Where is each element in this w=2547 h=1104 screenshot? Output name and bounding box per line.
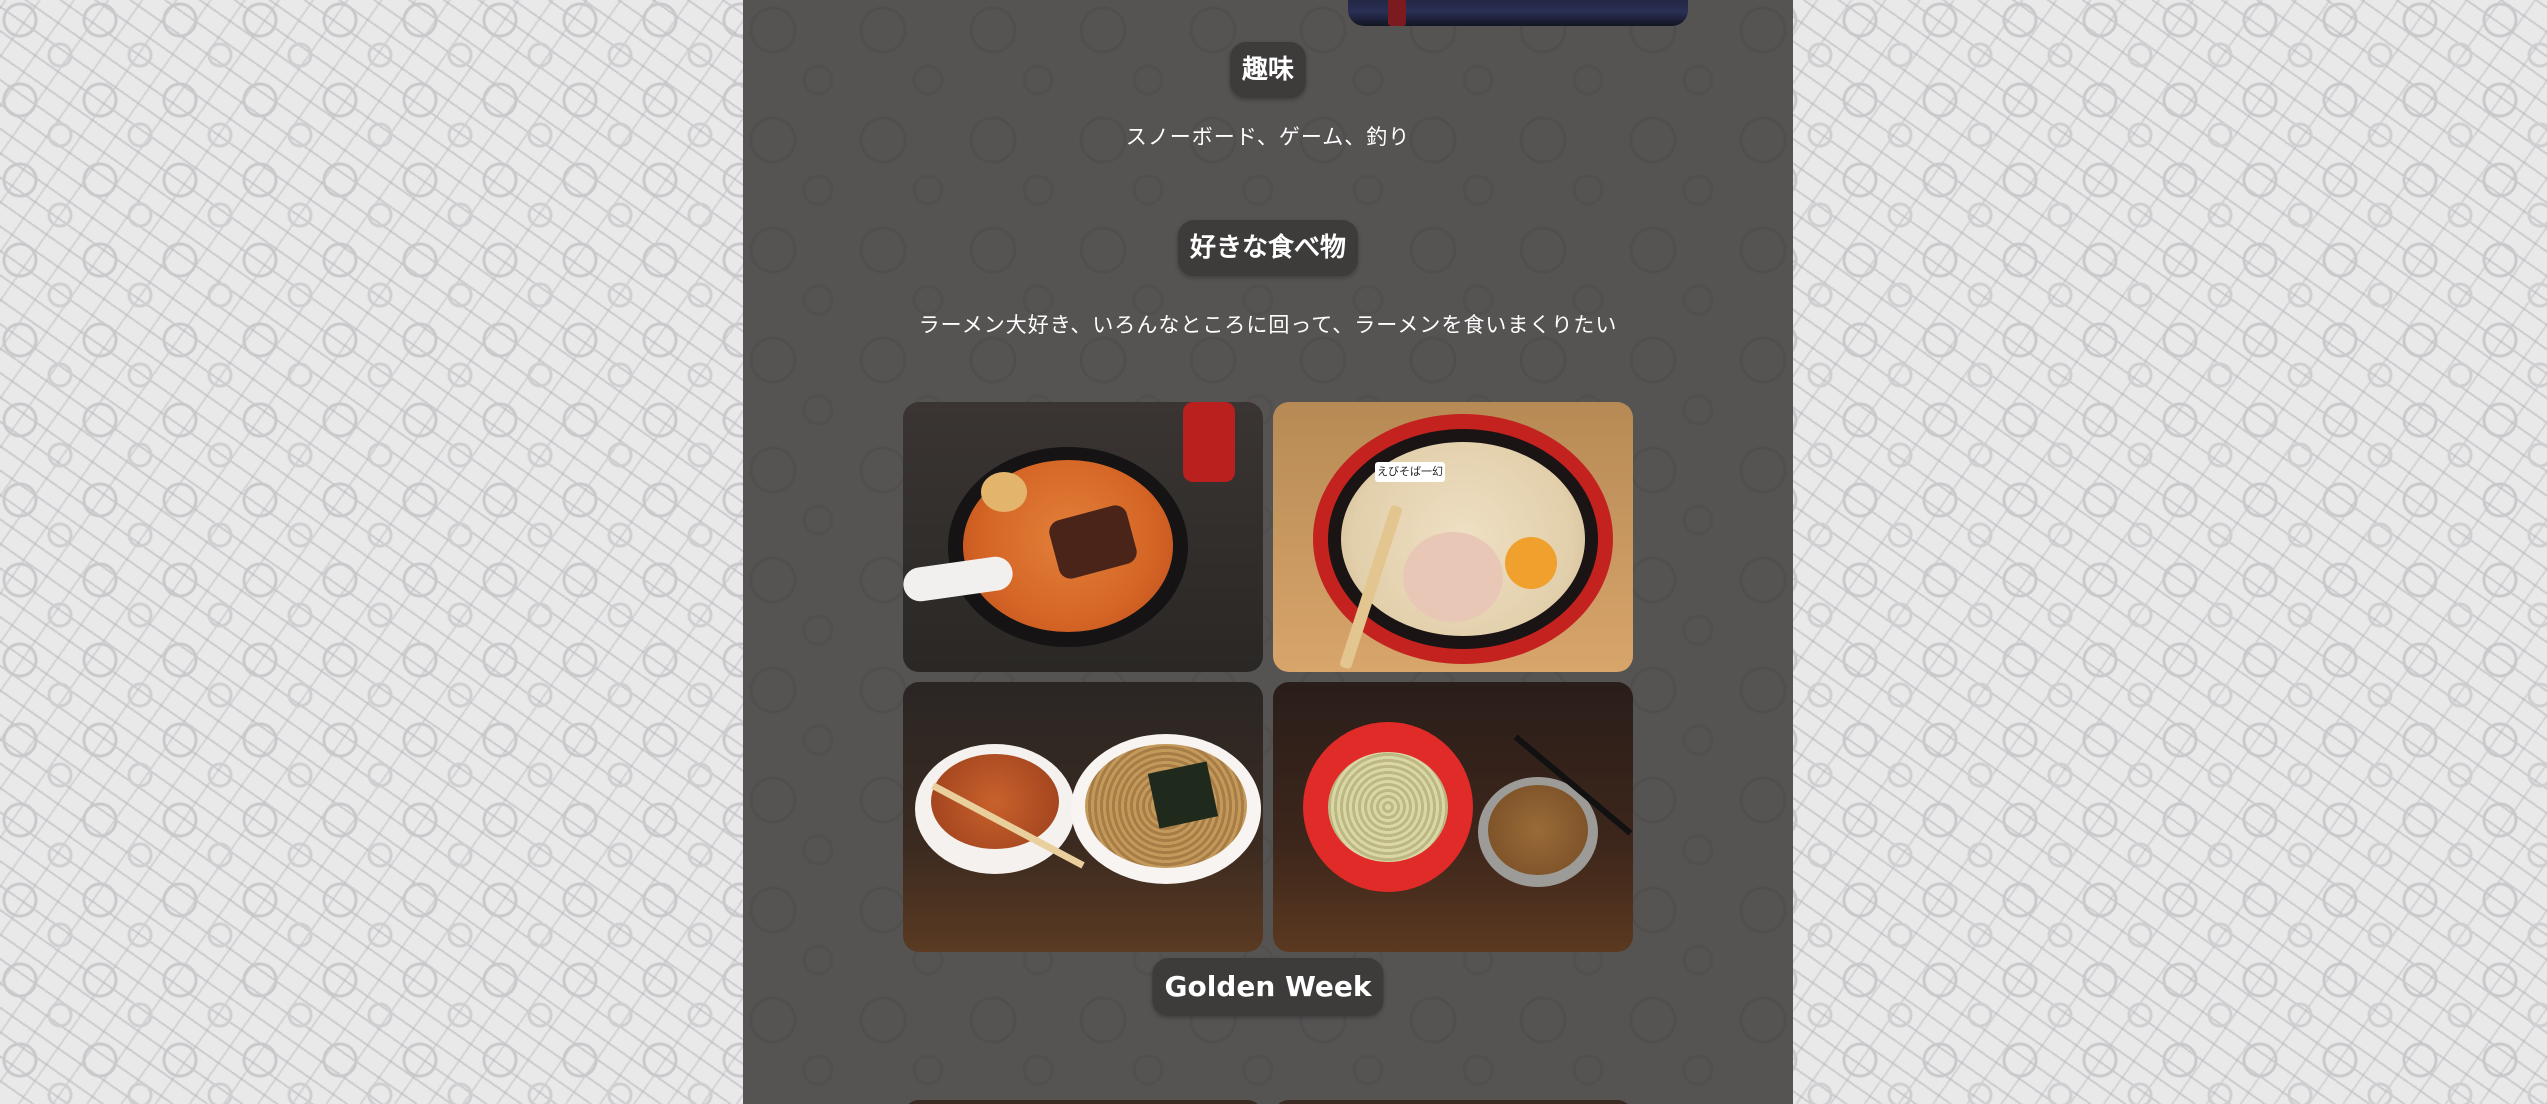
tsukemen-chashu-photo: [1273, 682, 1633, 952]
favorite-food-heading: 好きな食べ物: [1177, 220, 1359, 276]
previous-section-photo: [1348, 0, 1688, 26]
photo-detail: [1388, 0, 1406, 26]
favorite-food-text: ラーメン大好き、いろんなところに回って、ラーメンを食いまくりたい: [918, 313, 1618, 337]
content-column: 趣味 スノーボード、ゲーム、釣り 好きな食べ物 ラーメン大好き、いろんなところに…: [743, 0, 1793, 1104]
tsukemen-photo: [903, 682, 1263, 952]
hobby-heading: 趣味: [1229, 42, 1307, 98]
egg: [1505, 537, 1557, 589]
shrimp-ramen-photo: えびそば一幻: [1273, 402, 1633, 672]
soda-can: [1183, 402, 1235, 482]
golden-week-photo: [903, 1100, 1263, 1104]
shop-tag: えびそば一幻: [1375, 462, 1445, 482]
chashu: [1403, 532, 1503, 622]
noodles: [1328, 752, 1448, 862]
spicy-miso-ramen-photo: [903, 402, 1263, 672]
dipping-soup: [931, 754, 1059, 849]
hobby-text: スノーボード、ゲーム、釣り: [1125, 125, 1411, 149]
golden-week-photo: [1273, 1100, 1633, 1104]
dipping-soup: [1488, 785, 1588, 875]
egg: [981, 472, 1027, 512]
golden-week-heading: Golden Week: [1152, 958, 1384, 1016]
